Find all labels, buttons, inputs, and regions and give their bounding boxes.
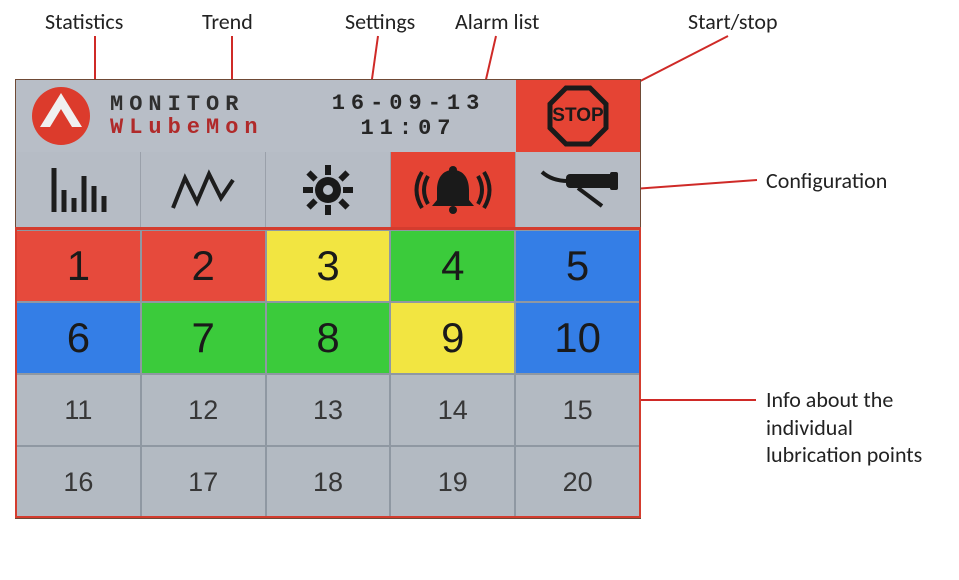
point-cell-19[interactable]: 19 <box>390 446 515 518</box>
stop-icon: STOP <box>546 84 610 148</box>
statistics-button[interactable] <box>16 152 141 228</box>
point-cell-17[interactable]: 17 <box>141 446 266 518</box>
trend-line-icon <box>171 168 235 212</box>
label-grid-info: Info about the individual lubrication po… <box>766 386 946 469</box>
point-cell-5[interactable]: 5 <box>515 230 640 302</box>
point-cell-10[interactable]: 10 <box>515 302 640 374</box>
brand-logo <box>16 80 106 152</box>
point-cell-8[interactable]: 8 <box>266 302 391 374</box>
point-cell-6[interactable]: 6 <box>16 302 141 374</box>
start-stop-button[interactable]: STOP <box>516 80 640 152</box>
bell-alarm-icon <box>414 164 492 216</box>
point-cell-15[interactable]: 15 <box>515 374 640 446</box>
title-line-1: MONITOR <box>110 92 301 117</box>
configuration-button[interactable] <box>516 152 640 228</box>
point-cell-11[interactable]: 11 <box>16 374 141 446</box>
label-trend: Trend <box>202 8 253 35</box>
point-cell-3[interactable]: 3 <box>266 230 391 302</box>
point-cell-20[interactable]: 20 <box>515 446 640 518</box>
point-cell-14[interactable]: 14 <box>390 374 515 446</box>
trend-button[interactable] <box>141 152 266 228</box>
point-cell-13[interactable]: 13 <box>266 374 391 446</box>
point-cell-2[interactable]: 2 <box>141 230 266 302</box>
settings-button[interactable] <box>266 152 391 228</box>
label-configuration: Configuration <box>766 167 887 194</box>
title-line-2: WLubeMon <box>110 115 301 140</box>
label-start-stop: Start/stop <box>688 8 778 35</box>
grease-gun-icon <box>538 168 618 212</box>
time-value: 11:07 <box>360 116 456 141</box>
point-cell-16[interactable]: 16 <box>16 446 141 518</box>
point-cell-4[interactable]: 4 <box>390 230 515 302</box>
toolbar <box>16 152 640 228</box>
lubrication-point-grid: 1 2 3 4 5 6 7 8 9 10 11 12 13 14 15 16 1… <box>16 228 640 518</box>
date-value: 16-09-13 <box>332 91 486 116</box>
point-cell-12[interactable]: 12 <box>141 374 266 446</box>
label-settings: Settings <box>345 8 415 35</box>
label-statistics: Statistics <box>45 8 123 35</box>
header-bar: MONITOR WLubeMon 16-09-13 11:07 STOP <box>16 80 640 152</box>
label-alarm-list: Alarm list <box>455 8 539 35</box>
logo-icon <box>30 85 92 147</box>
point-cell-18[interactable]: 18 <box>266 446 391 518</box>
app-title: MONITOR WLubeMon <box>106 80 301 152</box>
gear-icon <box>303 165 353 215</box>
point-cell-1[interactable]: 1 <box>16 230 141 302</box>
device-screen: MONITOR WLubeMon 16-09-13 11:07 STOP <box>15 79 641 519</box>
alarm-list-button[interactable] <box>391 152 516 228</box>
point-cell-7[interactable]: 7 <box>141 302 266 374</box>
datetime-display: 16-09-13 11:07 <box>301 80 516 152</box>
point-cell-9[interactable]: 9 <box>390 302 515 374</box>
bar-chart-icon <box>48 168 108 212</box>
